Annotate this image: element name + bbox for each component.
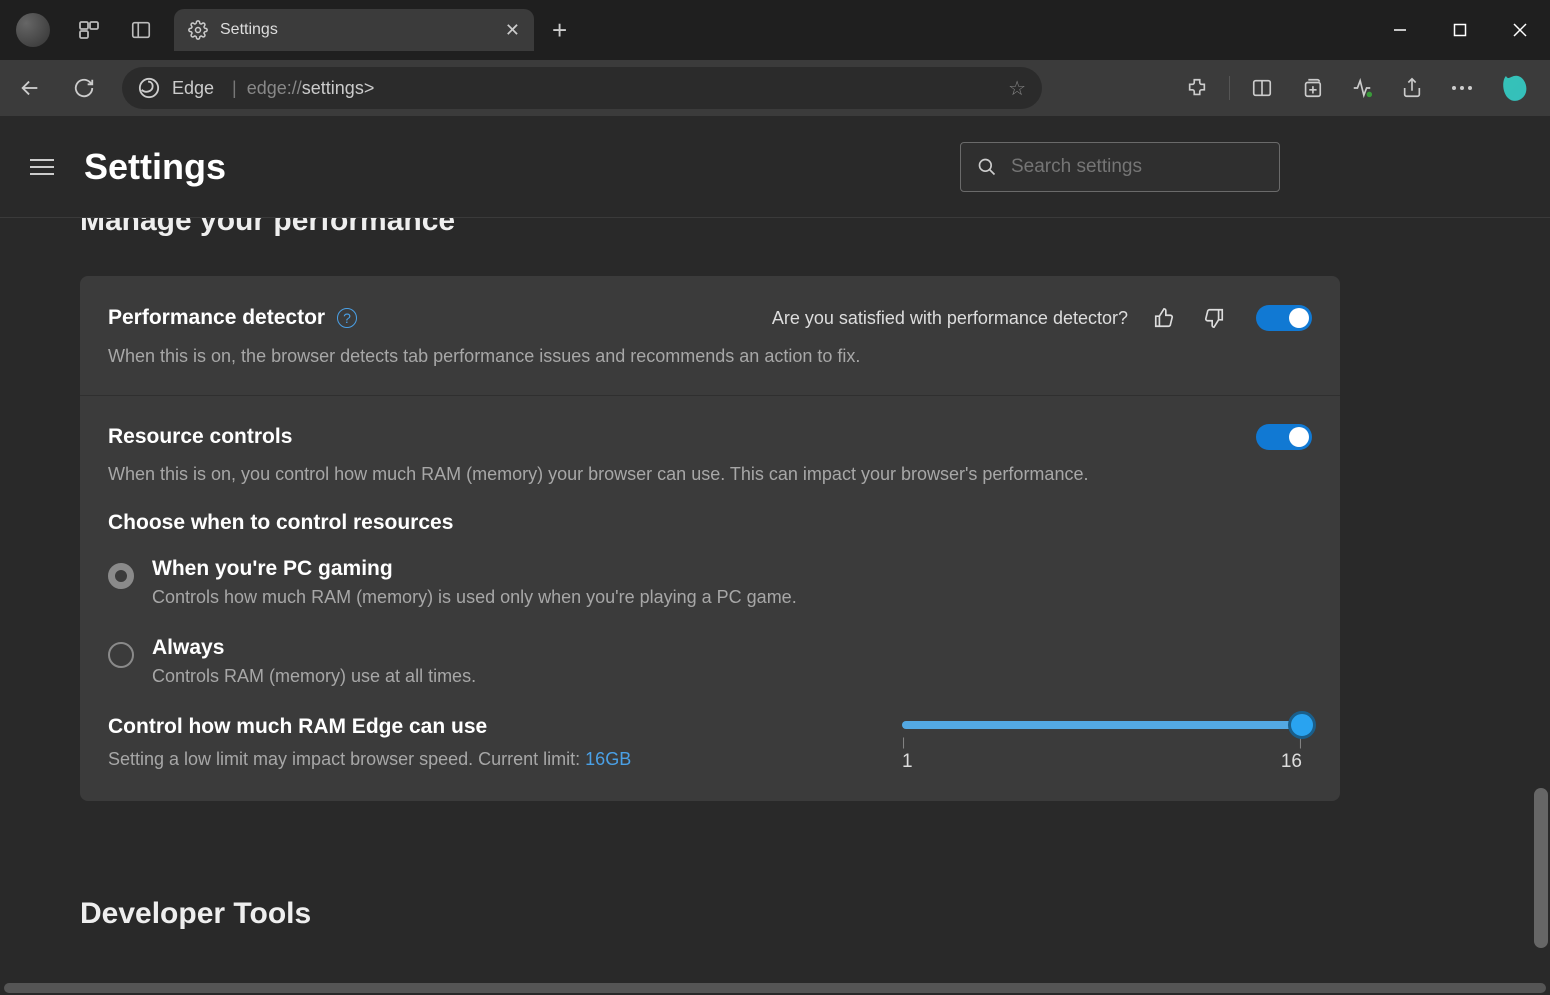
extensions-icon[interactable] — [1175, 66, 1219, 110]
browser-tab[interactable]: Settings ✕ — [174, 9, 534, 51]
slider-min: 1 — [902, 751, 913, 773]
feedback-question: Are you satisfied with performance detec… — [772, 308, 1128, 329]
radio-button-icon[interactable] — [108, 642, 134, 668]
edge-logo-icon — [138, 77, 160, 99]
collections-icon[interactable] — [1290, 66, 1334, 110]
more-menu-icon[interactable] — [1440, 66, 1484, 110]
resource-controls-desc: When this is on, you control how much RA… — [108, 464, 1312, 485]
performance-icon[interactable] — [1340, 66, 1384, 110]
profile-avatar[interactable] — [16, 13, 50, 47]
radio-label: When you're PC gaming — [152, 557, 797, 581]
split-screen-icon[interactable] — [1240, 66, 1284, 110]
separator — [1229, 76, 1230, 100]
tab-close-icon[interactable]: ✕ — [505, 20, 520, 41]
window-controls — [1370, 5, 1550, 55]
titlebar: Settings ✕ + — [0, 0, 1550, 60]
address-text: Edge|edge://settings> — [172, 78, 374, 99]
refresh-button[interactable] — [62, 66, 106, 110]
section-manage-performance: Manage your performance — [80, 218, 1550, 238]
ram-slider-row: Control how much RAM Edge can use Settin… — [108, 715, 1312, 773]
workspaces-icon[interactable] — [76, 17, 102, 43]
thumbs-up-icon[interactable] — [1150, 304, 1178, 332]
resource-controls-title: Resource controls — [108, 425, 292, 449]
slider-max: 16 — [1281, 751, 1302, 773]
gear-icon — [188, 20, 208, 40]
back-button[interactable] — [8, 66, 52, 110]
tab-actions-icon[interactable] — [128, 17, 154, 43]
search-icon — [977, 157, 997, 177]
copilot-icon[interactable] — [1496, 70, 1532, 106]
slider-thumb[interactable] — [1288, 711, 1316, 739]
radio-label: Always — [152, 636, 476, 660]
minimize-button[interactable] — [1370, 5, 1430, 55]
radio-desc: Controls RAM (memory) use at all times. — [152, 666, 476, 687]
ram-slider-title: Control how much RAM Edge can use — [108, 715, 902, 739]
settings-header: Settings — [0, 116, 1550, 218]
favorite-star-icon[interactable]: ☆ — [1008, 76, 1026, 101]
radio-always[interactable]: Always Controls RAM (memory) use at all … — [108, 636, 1312, 687]
resource-controls-row: Resource controls When this is on, you c… — [80, 396, 1340, 801]
page-title: Settings — [84, 146, 226, 188]
radio-button-icon[interactable] — [108, 563, 134, 589]
new-tab-button[interactable]: + — [552, 15, 567, 46]
ram-limit-link[interactable]: 16GB — [585, 749, 631, 769]
hamburger-menu-button[interactable] — [30, 149, 66, 185]
perf-detector-desc: When this is on, the browser detects tab… — [108, 346, 1312, 367]
search-settings-input[interactable] — [960, 142, 1280, 192]
ram-slider[interactable] — [902, 721, 1302, 729]
navbar: Edge|edge://settings> ☆ — [0, 60, 1550, 116]
perf-detector-title: Performance detector — [108, 306, 325, 330]
perf-detector-toggle[interactable] — [1256, 305, 1312, 331]
radio-pc-gaming[interactable]: When you're PC gaming Controls how much … — [108, 557, 1312, 608]
content-area: Settings Manage your performance Perform… — [0, 116, 1550, 995]
horizontal-scrollbar[interactable] — [4, 983, 1546, 993]
close-window-button[interactable] — [1490, 5, 1550, 55]
section-developer-tools: Developer Tools — [80, 897, 1550, 931]
resource-controls-toggle[interactable] — [1256, 424, 1312, 450]
maximize-button[interactable] — [1430, 5, 1490, 55]
help-icon[interactable]: ? — [337, 308, 357, 328]
address-bar[interactable]: Edge|edge://settings> ☆ — [122, 67, 1042, 109]
search-settings-field[interactable] — [1011, 156, 1263, 178]
choose-resources-title: Choose when to control resources — [108, 511, 1312, 535]
ram-slider-desc: Setting a low limit may impact browser s… — [108, 749, 902, 770]
share-icon[interactable] — [1390, 66, 1434, 110]
performance-card: Performance detector ? Are you satisfied… — [80, 276, 1340, 801]
performance-detector-row: Performance detector ? Are you satisfied… — [80, 276, 1340, 396]
vertical-scrollbar[interactable] — [1534, 788, 1548, 948]
radio-desc: Controls how much RAM (memory) is used o… — [152, 587, 797, 608]
tab-title: Settings — [220, 21, 493, 39]
thumbs-down-icon[interactable] — [1200, 304, 1228, 332]
